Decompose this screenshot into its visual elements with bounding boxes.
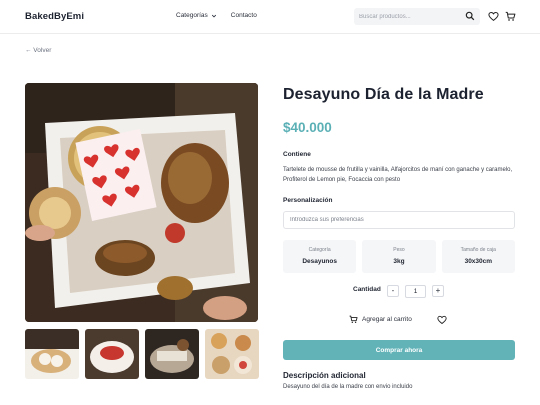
back-link[interactable]: ← Volver <box>25 47 51 54</box>
nav-categorias[interactable]: Categorías <box>176 12 217 19</box>
spec-label: Peso <box>393 247 405 253</box>
contents-text: Tartelete de mousse de frutilla y vainil… <box>283 167 513 183</box>
quantity-increment-button[interactable]: + <box>432 285 444 297</box>
thumbnail-1[interactable] <box>25 329 79 379</box>
main-nav: Categorías Contacto <box>176 12 257 19</box>
description-title: Descripción adicional <box>283 371 366 380</box>
personalization-label: Personalización <box>283 197 333 204</box>
quantity-decrement-button[interactable]: - <box>387 285 399 297</box>
thumbnail-3[interactable] <box>145 329 199 379</box>
thumbnail-2[interactable] <box>85 329 139 379</box>
buy-now-button[interactable]: Comprar ahora <box>283 340 515 360</box>
spec-card-box-size: Tamaño de caja 30x30cm <box>441 240 515 273</box>
search-icon[interactable] <box>465 11 475 21</box>
thumbnail-strip <box>25 329 259 379</box>
spec-value: Desayunos <box>302 258 337 265</box>
product-title: Desayuno Día de la Madre <box>283 86 484 103</box>
quantity-input[interactable] <box>405 285 426 298</box>
product-main-image <box>25 83 258 322</box>
brand-logo[interactable]: BakedByEmi <box>25 11 84 22</box>
chevron-down-icon <box>211 14 216 18</box>
spec-cards: Categoría Desayunos Peso 3kg Tamaño de c… <box>283 240 515 273</box>
nav-contacto-label: Contacto <box>230 12 257 19</box>
add-to-cart-label: Agregar al carrito <box>362 316 412 323</box>
spec-label: Categoría <box>308 247 331 253</box>
spec-value: 30x30cm <box>464 258 493 265</box>
product-price: $40.000 <box>283 120 332 135</box>
cart-icon[interactable] <box>505 11 516 22</box>
search-input[interactable] <box>359 8 459 25</box>
spec-label: Tamaño de caja <box>460 247 496 253</box>
quantity-label: Cantidad <box>353 286 381 293</box>
site-header: BakedByEmi Categorías Contacto <box>0 0 540 34</box>
contents-label: Contiene <box>283 151 311 158</box>
add-to-cart-button[interactable]: Agregar al carrito <box>349 315 412 324</box>
cart-icon <box>349 315 358 324</box>
nav-categorias-label: Categorías <box>176 12 208 19</box>
search-bar <box>354 8 480 25</box>
spec-value: 3kg <box>393 258 405 265</box>
thumbnail-4[interactable] <box>205 329 259 379</box>
spec-card-category: Categoría Desayunos <box>283 240 357 273</box>
favorite-heart-icon[interactable] <box>437 315 447 325</box>
heart-icon[interactable] <box>488 11 499 22</box>
personalization-input[interactable] <box>283 211 515 229</box>
spec-card-weight: Peso 3kg <box>362 240 436 273</box>
product-photo <box>25 83 258 322</box>
nav-contacto[interactable]: Contacto <box>231 12 257 19</box>
description-text: Desayuno del día de la madre con envio i… <box>283 384 413 390</box>
